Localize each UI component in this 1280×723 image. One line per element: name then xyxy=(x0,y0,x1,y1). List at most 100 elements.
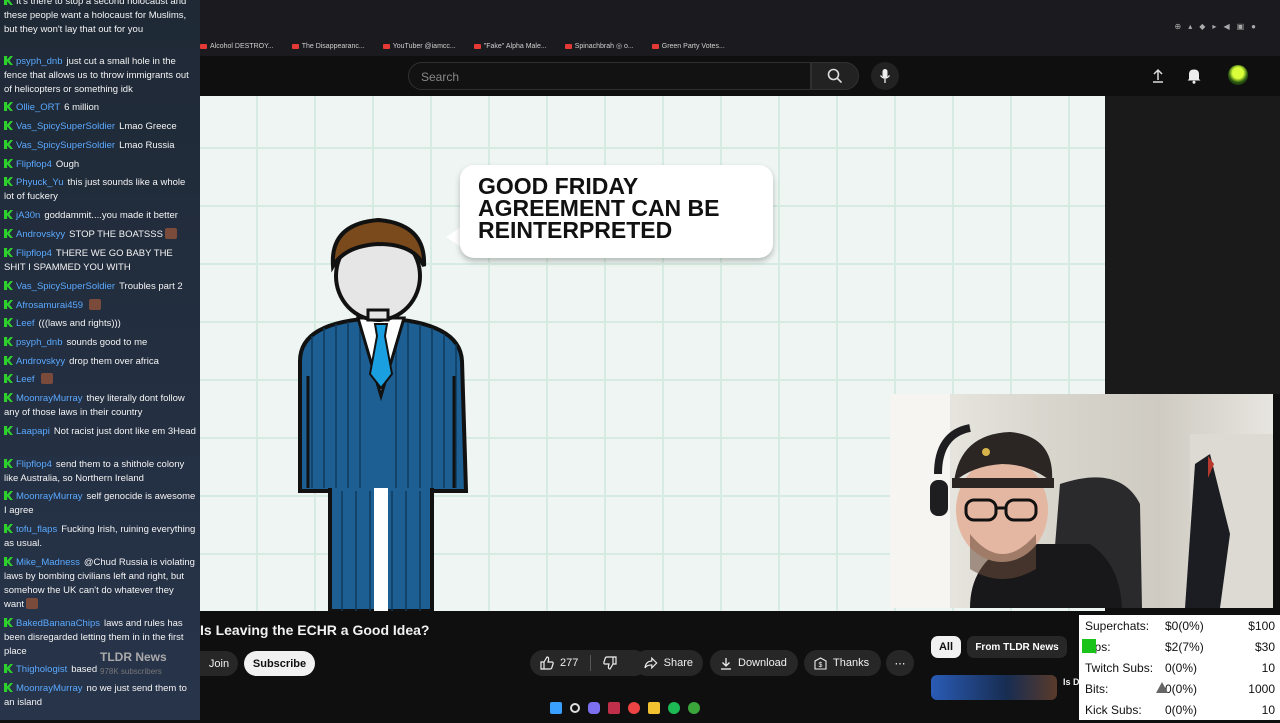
kick-badge-icon xyxy=(4,337,13,346)
chip-from-channel[interactable]: From TLDR News xyxy=(967,636,1067,658)
chat-username[interactable]: Laapapi xyxy=(16,426,50,437)
stat-goal: 1000 xyxy=(1248,682,1275,696)
kick-badge-icon xyxy=(4,140,13,149)
bookmark-item[interactable]: Alcohol DESTROY... xyxy=(200,38,274,54)
stream-goals-panel: Superchats: $0(0%) $100 Tips: $2(7%) $30 Twitc… xyxy=(1079,615,1280,720)
kick-badge-icon xyxy=(4,683,13,692)
chat-message: Afrosamurai459 xyxy=(4,299,196,313)
chat-username[interactable]: Flipflop4 xyxy=(16,459,52,470)
bookmark-item[interactable]: Green Party Votes... xyxy=(652,38,725,54)
upload-icon[interactable] xyxy=(1151,68,1165,84)
channel-name[interactable]: TLDR News xyxy=(100,650,167,664)
stat-row: Tips: $2(7%) $30 xyxy=(1085,640,1275,660)
discord-icon[interactable] xyxy=(588,702,600,714)
subscribe-button[interactable]: Subscribe xyxy=(244,651,315,676)
mic-icon xyxy=(879,69,891,83)
chat-username[interactable]: MoonrayMurray xyxy=(16,683,83,694)
voice-search-button[interactable] xyxy=(871,62,899,90)
speech-bubble: GOOD FRIDAY AGREEMENT CAN BE REINTERPRET… xyxy=(460,165,773,258)
recommended-video-title[interactable]: Is D xyxy=(1063,677,1080,687)
chat-username[interactable]: Vas_SpicySuperSoldier xyxy=(16,281,115,292)
chat-message: MoonrayMurray self genocide is awesome I … xyxy=(4,490,196,518)
kick-badge-icon xyxy=(4,459,13,468)
chat-username[interactable]: Leef xyxy=(16,374,35,385)
folder-icon[interactable] xyxy=(648,702,660,714)
bookmark-item[interactable]: YouTuber @iamcc... xyxy=(383,38,456,54)
like-count: 277 xyxy=(560,657,579,669)
chat-message: Mike_Madness @Chud Russia is violating la… xyxy=(4,556,196,612)
chat-username[interactable]: Flipflop4 xyxy=(16,159,52,170)
chat-username[interactable]: MoonrayMurray xyxy=(16,491,83,502)
extension-icons[interactable]: ⊕ ▴ ◆ ▸ ◀ ▣ ● xyxy=(1175,22,1256,31)
chat-panel: It's there to stop a second holocaust an… xyxy=(0,0,200,720)
thanks-button[interactable]: $ Thanks xyxy=(804,650,881,676)
play-icon[interactable]: ▸ xyxy=(1212,22,1216,31)
thumbs-up-icon[interactable] xyxy=(540,656,554,670)
tips-highlight xyxy=(1082,639,1096,653)
chat-username[interactable]: Thighologist xyxy=(16,664,67,675)
chat-username[interactable]: psyph_dnb xyxy=(16,337,62,348)
puzzle-icon[interactable]: ▣ xyxy=(1237,22,1245,31)
chat-message: jA30n goddammit....you made it better xyxy=(4,209,196,223)
account-avatar[interactable] xyxy=(1228,65,1248,85)
app-icon[interactable] xyxy=(608,702,620,714)
zoom-icon[interactable]: ⊕ xyxy=(1175,22,1182,31)
kick-badge-icon xyxy=(4,300,13,309)
search-button[interactable] xyxy=(811,62,859,90)
chat-username[interactable]: Mike_Madness xyxy=(16,557,80,568)
more-actions-button[interactable]: ⋯ xyxy=(886,650,914,676)
chat-username[interactable]: Vas_SpicySuperSoldier xyxy=(16,121,115,132)
search-input[interactable]: Search xyxy=(408,62,811,90)
bookmark-item[interactable]: Spinachbrah ◎ o... xyxy=(565,38,634,54)
emote-icon xyxy=(26,598,39,609)
chat-username[interactable]: tofu_flaps xyxy=(16,524,57,535)
download-button[interactable]: Download xyxy=(710,650,798,676)
chat-message: Vas_SpicySuperSoldier Troubles part 2 xyxy=(4,280,196,294)
kick-badge-icon xyxy=(4,229,13,238)
chat-username[interactable]: Leef xyxy=(16,318,35,329)
volume-icon[interactable]: ◀ xyxy=(1223,22,1229,31)
chip-all[interactable]: All xyxy=(931,636,961,658)
chat-username[interactable]: Androvskyy xyxy=(16,229,65,240)
chat-message: Androvskyy drop them over africa xyxy=(4,355,196,369)
windows-start-icon[interactable] xyxy=(550,702,562,714)
more-dots-icon: ⋯ xyxy=(894,657,906,670)
kick-badge-icon xyxy=(4,356,13,365)
recommended-video-thumbnail[interactable] xyxy=(931,675,1057,700)
chat-username[interactable]: Ollie_ORT xyxy=(16,102,60,113)
chat-username[interactable]: BakedBananaChips xyxy=(16,618,100,629)
chat-message: Flipflop4 send them to a shithole colony … xyxy=(4,458,196,486)
chat-message: Flipflop4 THERE WE GO BABY THE SHIT I SPA… xyxy=(4,247,196,275)
kick-badge-icon xyxy=(4,618,13,627)
pin-icon[interactable]: ▴ xyxy=(1188,22,1192,31)
like-dislike-group[interactable]: 277 xyxy=(530,650,647,676)
chat-username[interactable]: Afrosamurai459 xyxy=(16,300,83,311)
join-button[interactable]: Join xyxy=(200,651,238,676)
chat-text: It's there to stop a second holocaust an… xyxy=(4,0,187,35)
bookmark-item[interactable]: The Disappearanc... xyxy=(292,38,365,54)
chat-username[interactable]: Phyuck_Yu xyxy=(16,177,64,188)
like-divider xyxy=(590,655,592,671)
spotify-icon[interactable] xyxy=(668,702,680,714)
kick-badge-icon xyxy=(4,102,13,111)
chat-username[interactable]: psyph_dnb xyxy=(16,56,62,67)
profile-icon[interactable]: ● xyxy=(1251,22,1256,31)
xbox-icon[interactable] xyxy=(688,702,700,714)
chat-username[interactable]: Vas_SpicySuperSoldier xyxy=(16,140,115,151)
chat-text: 6 million xyxy=(64,102,100,113)
kick-badge-icon xyxy=(4,210,13,219)
shield-icon[interactable]: ◆ xyxy=(1199,22,1205,31)
chat-message: psyph_dnb just cut a small hole in the fe… xyxy=(4,55,196,97)
chat-message: MoonrayMurray no we just send them to an … xyxy=(4,682,196,710)
notifications-bell-icon[interactable] xyxy=(1186,67,1202,84)
chat-username[interactable]: MoonrayMurray xyxy=(16,393,83,404)
share-button[interactable]: Share xyxy=(634,650,703,676)
subscriber-count: 978K subscribers xyxy=(100,667,162,676)
chrome-icon[interactable] xyxy=(628,702,640,714)
bookmark-item[interactable]: "Fake" Alpha Male... xyxy=(474,38,547,54)
chat-username[interactable]: jA30n xyxy=(16,210,40,221)
chat-username[interactable]: Androvskyy xyxy=(16,356,65,367)
taskbar-search-icon[interactable] xyxy=(570,703,580,713)
thumbs-down-icon[interactable] xyxy=(603,656,617,670)
chat-username[interactable]: Flipflop4 xyxy=(16,248,52,259)
